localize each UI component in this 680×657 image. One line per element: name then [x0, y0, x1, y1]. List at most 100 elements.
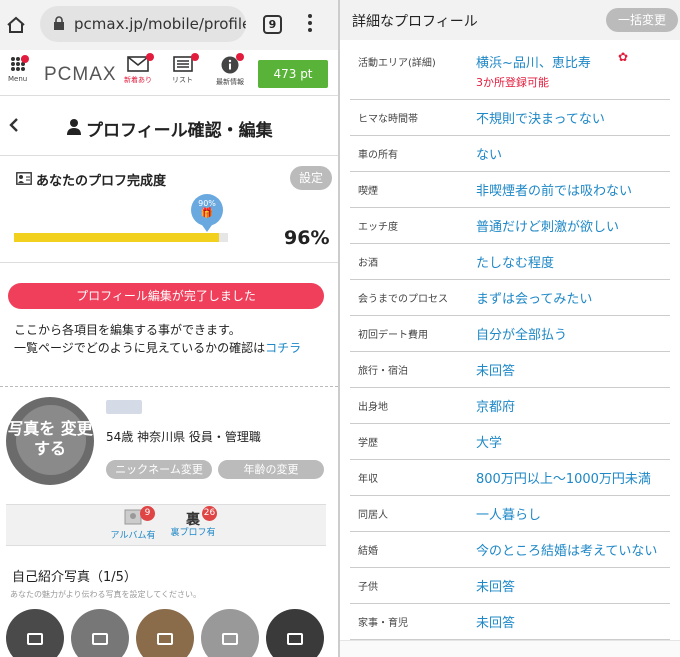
- nickname-blurred: [106, 400, 142, 414]
- preview-hint: 一覧ページでどのように見えているかの確認はコチラ: [14, 339, 301, 356]
- detail-row-value[interactable]: 自分が全部払う: [476, 324, 567, 343]
- detail-row[interactable]: 活動エリア(詳細) 横浜~品川、恵比寿 3か所登録可能 ✿: [350, 44, 670, 100]
- detail-header: 詳細なプロフィール 一括変更: [340, 0, 680, 40]
- completion-progress-fill: [14, 233, 220, 242]
- home-icon[interactable]: [6, 15, 26, 35]
- points-button[interactable]: 473 pt: [258, 60, 328, 88]
- detail-row[interactable]: お酒 たしなむ程度: [350, 244, 670, 280]
- detail-row-label: 子供: [358, 582, 378, 593]
- detail-row-value[interactable]: 今のところ結婚は考えていない: [476, 540, 657, 559]
- tab-secret-profile[interactable]: 裏 裏プロフ有 26: [166, 506, 220, 538]
- preview-link[interactable]: コチラ: [265, 341, 301, 355]
- menu-notification-dot: [21, 55, 29, 63]
- gear-icon[interactable]: ✿: [618, 50, 628, 64]
- mail-button[interactable]: 新着あり: [124, 53, 154, 85]
- tab-album[interactable]: アルバム有 9: [110, 506, 156, 541]
- photo-slot-5[interactable]: [266, 609, 324, 657]
- list-label: リスト: [172, 76, 193, 84]
- mail-notification-dot: [146, 53, 154, 61]
- detail-row-label: 同居人: [358, 510, 388, 521]
- detail-row-value[interactable]: 不規則で決まってない: [476, 108, 605, 127]
- detail-row[interactable]: 年収 800万円以上～1000万円未満: [350, 460, 670, 496]
- site-logo[interactable]: PCMAX: [44, 64, 117, 86]
- photo-slot-3[interactable]: [136, 609, 194, 657]
- completion-progress-bar: [14, 233, 228, 242]
- detail-row[interactable]: 出身地 京都府: [350, 388, 670, 424]
- list-button[interactable]: リスト: [172, 53, 199, 85]
- detail-row-value[interactable]: 未回答: [476, 360, 515, 379]
- detail-row-label: 活動エリア(詳細): [358, 58, 436, 69]
- detail-row-label: 初回デート費用: [358, 330, 428, 341]
- settings-button[interactable]: 設定: [290, 166, 332, 190]
- person-icon: [67, 119, 81, 135]
- detail-row-value[interactable]: たしなむ程度: [476, 252, 554, 271]
- profile-card-icon: [16, 172, 32, 185]
- age-change-button[interactable]: 年齢の変更: [218, 460, 324, 479]
- info-button[interactable]: 最新情報: [216, 53, 244, 87]
- detail-row-label: 出身地: [358, 402, 388, 413]
- photo-slot-1[interactable]: [6, 609, 64, 657]
- balloon-percent: 90%: [198, 199, 216, 208]
- camera-icon: [92, 633, 108, 645]
- detail-row-value[interactable]: 京都府: [476, 396, 515, 415]
- bulk-edit-button[interactable]: 一括変更: [606, 8, 678, 32]
- detail-row[interactable]: エッチ度 普通だけど刺激が欲しい: [350, 208, 670, 244]
- camera-icon: [287, 633, 303, 645]
- detail-row[interactable]: 車の所有 ない: [350, 136, 670, 172]
- detail-row[interactable]: 旅行・宿泊 未回答: [350, 352, 670, 388]
- detail-row-value[interactable]: ない: [476, 144, 502, 163]
- detail-title: 詳細なプロフィール: [352, 14, 478, 30]
- back-arrow-icon[interactable]: [8, 118, 20, 132]
- detail-row-label: 年収: [358, 474, 378, 485]
- tab-switcher-button[interactable]: 9: [263, 15, 282, 34]
- detail-row[interactable]: 結婚 今のところ結婚は考えていない: [350, 532, 670, 568]
- camera-icon: [157, 633, 173, 645]
- detail-row-value[interactable]: 一人暮らし: [476, 504, 541, 523]
- detail-row[interactable]: 会うまでのプロセス まずは会ってみたい: [350, 280, 670, 316]
- detail-row-value[interactable]: 非喫煙者の前では吸わない: [476, 180, 632, 199]
- photos-title: 自己紹介写真（1/5）: [12, 570, 137, 585]
- page-title: プロフィール確認・編集: [86, 121, 273, 141]
- edit-hint-text: ここから各項目を編集する事ができます。: [14, 323, 241, 337]
- detail-row[interactable]: 同居人 一人暮らし: [350, 496, 670, 532]
- detail-row[interactable]: ヒマな時間帯 不規則で決まってない: [350, 100, 670, 136]
- detail-row-label: ヒマな時間帯: [358, 114, 418, 125]
- list-notification-dot: [191, 53, 199, 61]
- detail-row-value[interactable]: 未回答: [476, 576, 515, 595]
- detail-row-label: 旅行・宿泊: [358, 366, 408, 377]
- detail-row-label: 結婚: [358, 546, 378, 557]
- camera-icon: [27, 633, 43, 645]
- profile-tabs: アルバム有 9 裏 裏プロフ有 26: [6, 504, 326, 546]
- nickname-change-button[interactable]: ニックネーム変更: [106, 460, 212, 479]
- completion-percent: 96%: [284, 227, 330, 249]
- progress-balloon: 90% 🎁: [191, 194, 223, 232]
- menu-button[interactable]: Menu: [8, 55, 29, 83]
- detail-row-value[interactable]: 横浜~品川、恵比寿: [476, 52, 591, 71]
- photo-slot-4[interactable]: [201, 609, 259, 657]
- detail-row[interactable]: 喫煙 非喫煙者の前では吸わない: [350, 172, 670, 208]
- detail-row-value[interactable]: 大学: [476, 432, 502, 451]
- info-label: 最新情報: [216, 78, 244, 86]
- detail-row-value[interactable]: まずは会ってみたい: [476, 288, 592, 307]
- detail-row-value[interactable]: 800万円以上～1000万円未満: [476, 468, 651, 487]
- browser-toolbar: pcmax.jp/mobile/profile 9: [0, 0, 338, 50]
- preview-hint-text: 一覧ページでどのように見えているかの確認は: [14, 341, 266, 355]
- photo-slot-2[interactable]: [71, 609, 129, 657]
- detail-row[interactable]: 学歴 大学: [350, 424, 670, 460]
- photos-subtitle: あなたの魅力がより伝わる写真を設定してください。: [10, 590, 201, 599]
- detail-row[interactable]: 家事・育児 未回答: [350, 604, 670, 640]
- detail-row[interactable]: 初回デート費用 自分が全部払う: [350, 316, 670, 352]
- list-icon: [172, 56, 193, 72]
- detail-row-label: お酒: [358, 258, 378, 269]
- detail-row-value[interactable]: 未回答: [476, 612, 515, 631]
- detail-row-value[interactable]: 普通だけど刺激が欲しい: [476, 216, 619, 235]
- lock-icon: [54, 16, 64, 30]
- detail-row-label: 車の所有: [358, 150, 398, 161]
- more-options-icon[interactable]: [307, 14, 313, 36]
- address-bar[interactable]: pcmax.jp/mobile/profile: [40, 6, 246, 42]
- info-notification-dot: [236, 53, 244, 61]
- secret-count-badge: 26: [202, 506, 217, 521]
- detail-row[interactable]: 子供 未回答: [350, 568, 670, 604]
- avatar-change-photo[interactable]: 写真を 変更する: [6, 397, 94, 485]
- android-nav-bar: [340, 640, 680, 657]
